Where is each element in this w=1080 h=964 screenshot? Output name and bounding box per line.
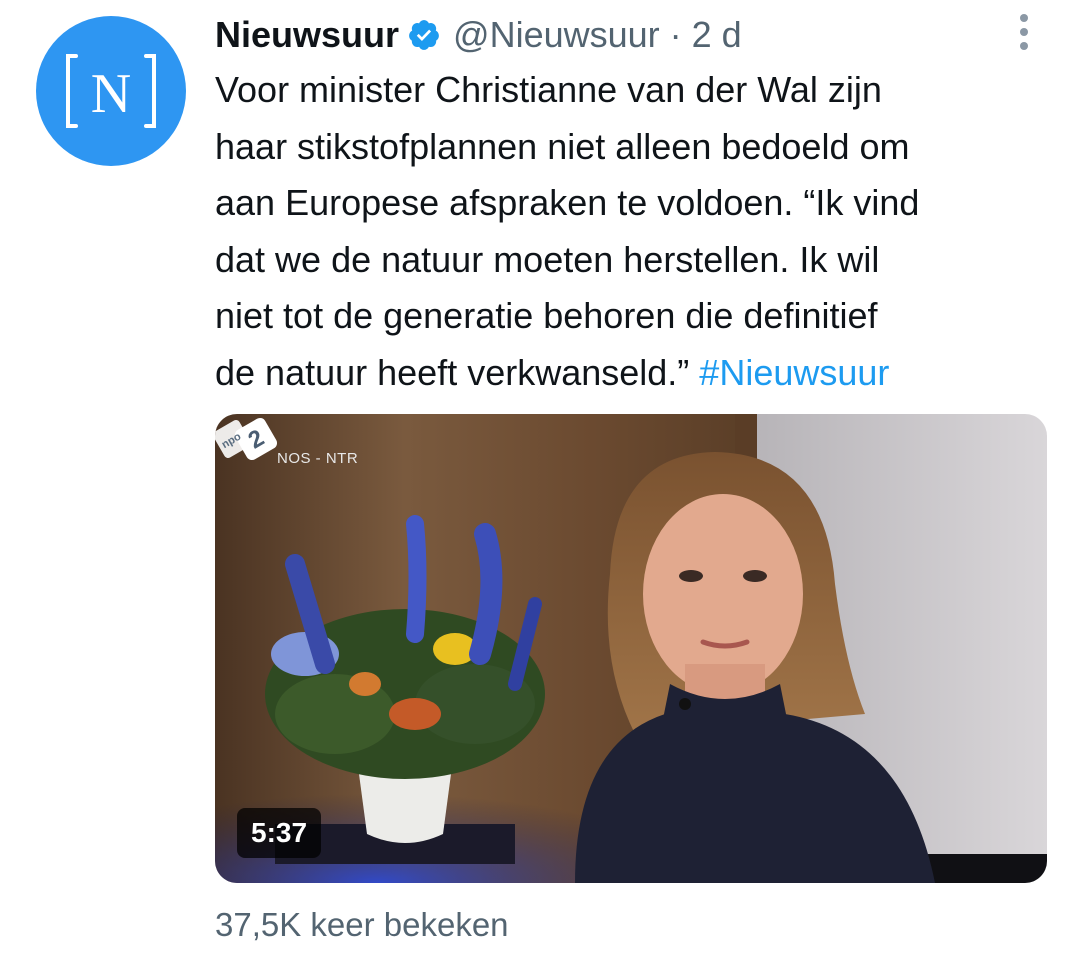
verified-badge-icon [409, 20, 439, 50]
more-options-button[interactable] [1012, 14, 1036, 50]
account-avatar[interactable]: N [36, 16, 186, 166]
video-thumbnail [215, 414, 1047, 883]
tweet-text-line: Voor minister Christianne van der Wal zi… [215, 69, 882, 110]
tweet-text-line: aan Europese afspraken te voldoen. “Ik v… [215, 182, 920, 223]
more-dot-icon [1020, 28, 1028, 36]
separator-dot: · [669, 14, 682, 55]
view-count[interactable]: 37,5K keer bekeken [215, 906, 509, 944]
video-duration-badge: 5:37 [237, 808, 322, 858]
display-name[interactable]: Nieuwsuur [215, 14, 399, 56]
npo-2-logo: npo 2 [215, 417, 278, 461]
account-handle[interactable]: @Nieuwsuur [453, 14, 660, 56]
nieuwsuur-logo-icon: N [66, 54, 156, 128]
tweet-text: Voor minister Christianne van der Wal zi… [215, 62, 1060, 401]
more-dot-icon [1020, 14, 1028, 22]
tweet-text-last-line: de natuur heeft verkwanseld.” #Nieuwsuur [215, 345, 1060, 402]
hashtag-link[interactable]: #Nieuwsuur [699, 352, 889, 393]
tweet-text-line: niet tot de generatie behoren die defini… [215, 295, 878, 336]
broadcaster-label: NOS - NTR [277, 450, 359, 467]
tweet-text-line: dat we de natuur moeten herstellen. Ik w… [215, 238, 880, 280]
tweet-text-line: haar stikstofplannen niet alleen bedoeld… [215, 125, 910, 167]
more-dot-icon [1020, 42, 1028, 50]
avatar-letter: N [91, 63, 131, 125]
tweet-timestamp[interactable]: 2 d [692, 14, 742, 56]
tweet-header: Nieuwsuur @Nieuwsuur · 2 d [215, 12, 742, 58]
tweet-text-line: de natuur heeft verkwanseld.” [215, 351, 690, 393]
video-player[interactable]: NOS - NTR npo 2 5:37 [215, 414, 1047, 883]
